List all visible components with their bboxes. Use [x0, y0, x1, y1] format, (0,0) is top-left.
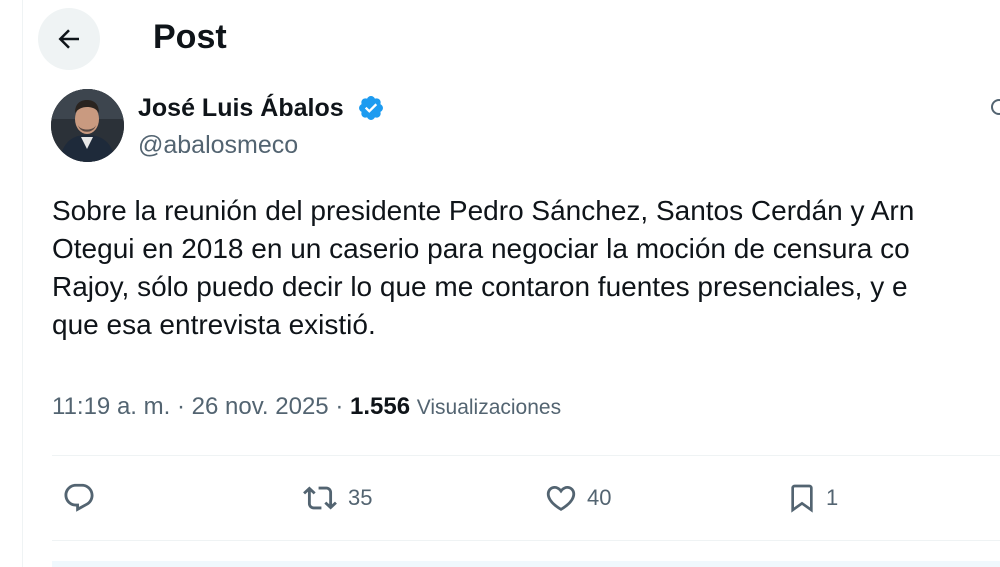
tweet-text-line: Sobre la reunión del presidente Pedro Sá… — [52, 195, 915, 226]
tweet-text-line: que esa entrevista existió. — [52, 309, 376, 340]
grok-icon — [991, 99, 1000, 115]
tweet-meta: 11:19 a. m. · 26 nov. 2025 · 1.556 Visua… — [52, 392, 561, 423]
tweet-time[interactable]: 11:19 a. m. — [52, 393, 170, 420]
meta-separator: · — [176, 393, 185, 420]
bookmark-count: 1 — [826, 485, 839, 510]
avatar[interactable] — [51, 89, 124, 162]
views-label: Visualizaciones — [416, 396, 562, 419]
verified-badge-icon — [359, 96, 383, 120]
tweet-text: Sobre la reunión del presidente Pedro Sá… — [52, 192, 1000, 344]
repost-count: 35 — [348, 485, 373, 510]
bookmark-button[interactable]: 1 — [786, 478, 838, 518]
views-count: 1.556 — [350, 393, 411, 420]
reply-composer-edge — [52, 561, 1000, 567]
reply-icon — [64, 483, 94, 512]
meta-separator: · — [335, 393, 344, 420]
heart-icon — [546, 485, 576, 511]
bookmark-icon — [791, 484, 813, 513]
author-handle[interactable]: @abalosmeco — [138, 130, 298, 160]
repost-button[interactable]: 35 — [300, 478, 372, 518]
back-button[interactable] — [38, 8, 100, 70]
more-options-button[interactable] — [982, 92, 1000, 122]
repost-icon — [303, 486, 337, 510]
column-border — [22, 0, 23, 567]
tweet-text-line: Rajoy, sólo puedo decir lo que me contar… — [52, 271, 908, 302]
reply-button[interactable] — [62, 478, 104, 518]
page-title: Post — [153, 18, 227, 56]
divider — [52, 540, 1000, 541]
tweet-text-line: Otegui en 2018 en un caserio para negoci… — [52, 233, 910, 264]
post-header: Post — [0, 0, 1000, 78]
avatar-image — [51, 89, 124, 162]
divider — [52, 455, 1000, 456]
like-count: 40 — [587, 485, 612, 510]
arrow-left-icon — [58, 29, 79, 49]
like-button[interactable]: 40 — [543, 478, 611, 518]
tweet-date[interactable]: 26 nov. 2025 — [192, 393, 329, 420]
author-name[interactable]: José Luis Ábalos — [138, 93, 344, 123]
